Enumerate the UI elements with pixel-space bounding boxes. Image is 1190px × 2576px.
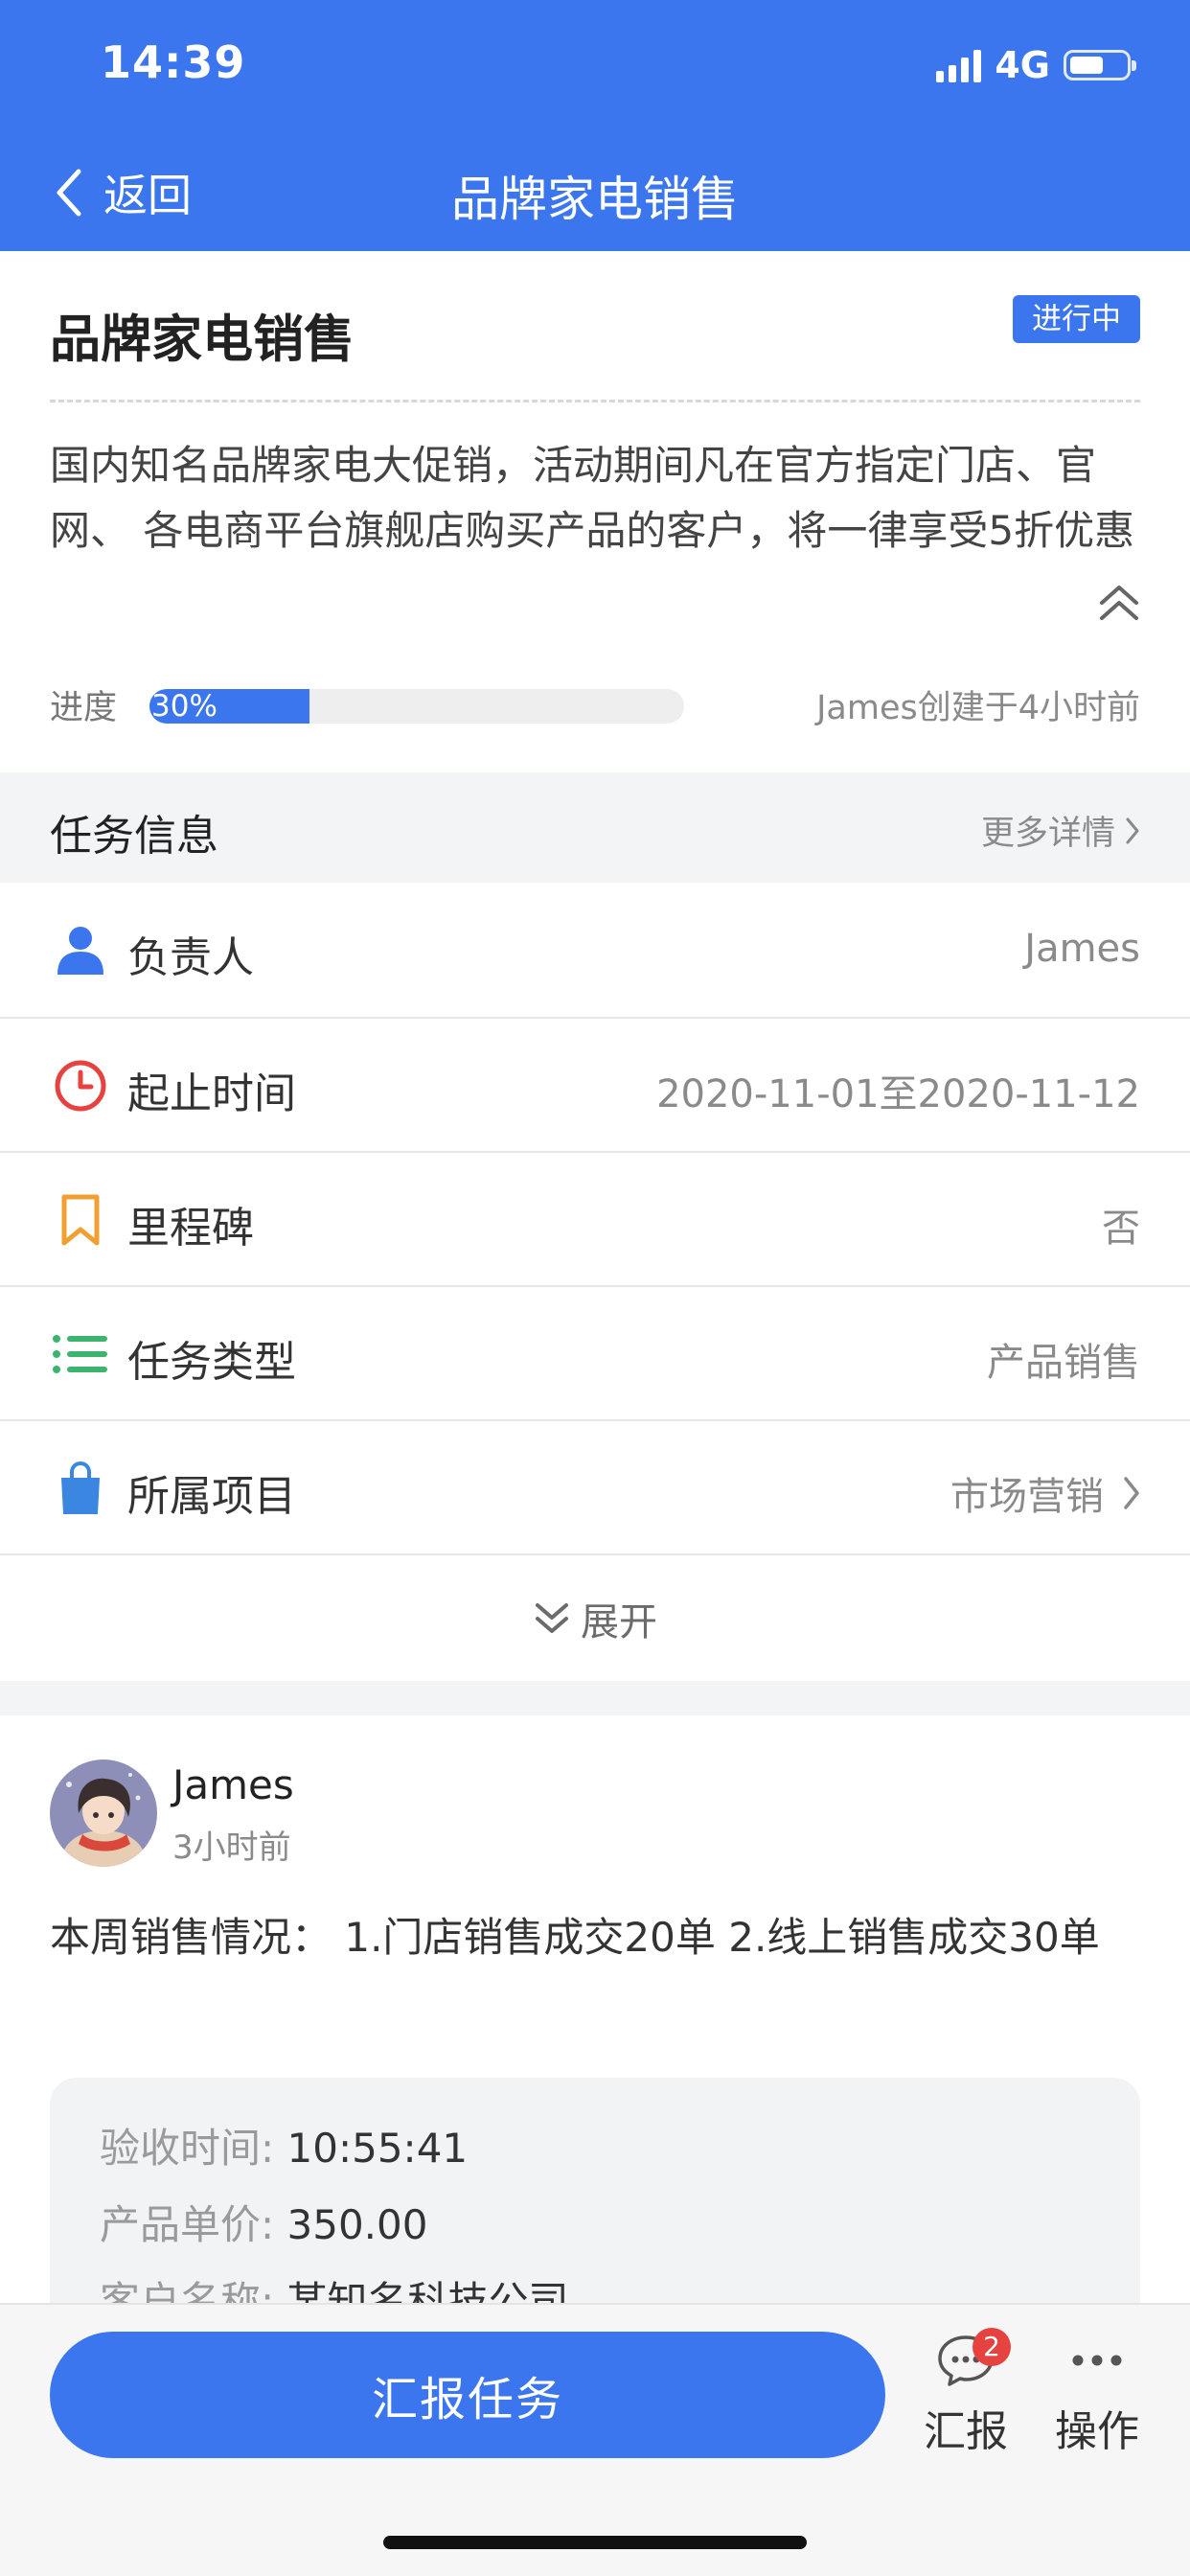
collapse-icon[interactable] — [1098, 582, 1140, 624]
chevron-right-icon — [1126, 817, 1139, 843]
expand-button[interactable]: 展开 — [0, 1553, 1190, 1681]
status-badge: 进行中 — [1013, 295, 1140, 343]
actions-tab[interactable]: 操作 — [1044, 2334, 1150, 2458]
app-header: 14:39 4G 返回 品牌家电销售 — [0, 0, 1190, 251]
info-row-type: 任务类型 产品销售 — [0, 1285, 1190, 1419]
task-summary-card: 品牌家电销售 进行中 国内知名品牌家电大促销，活动期间凡在官方指定门店、官网、 … — [0, 251, 1190, 772]
more-dots-icon — [1072, 2355, 1122, 2366]
report-card: James 3小时前 本周销售情况： 1.门店销售成交20单 2.线上销售成交3… — [0, 1715, 1190, 2310]
task-title: 品牌家电销售 — [50, 310, 355, 369]
chevron-right-icon — [1124, 1477, 1139, 1509]
report-author: James — [172, 1761, 294, 1808]
info-row-timespan: 起止时间 2020-11-01至2020-11-12 — [0, 1017, 1190, 1151]
signal-icon — [936, 48, 982, 82]
bookmark-icon — [50, 1193, 111, 1247]
task-description: 国内知名品牌家电大促销，活动期间凡在官方指定门店、官网、 各电商平台旗舰店购买产… — [50, 442, 1135, 554]
detail-row: 验收时间: 10:55:41 — [100, 2125, 469, 2172]
info-label: 任务类型 — [127, 1338, 296, 1387]
page-title: 品牌家电销售 — [451, 172, 739, 227]
status-time: 14:39 — [101, 36, 246, 88]
report-tab[interactable]: 2 汇报 — [913, 2328, 1018, 2458]
report-details: 验收时间: 10:55:41 产品单价: 350.00 客户名称: 某知名科技公… — [50, 2078, 1140, 2310]
info-label: 负责人 — [127, 933, 254, 982]
report-task-button[interactable]: 汇报任务 — [50, 2332, 885, 2458]
info-row-owner: 负责人 James — [0, 883, 1190, 1017]
info-value: 产品销售 — [987, 1341, 1140, 1385]
avatar[interactable] — [50, 1760, 157, 1867]
progress-bar: 30% — [149, 689, 684, 724]
progress-label: 进度 — [50, 689, 118, 727]
progress-fill: 30% — [149, 689, 310, 724]
clock-icon — [50, 1059, 111, 1113]
dashed-divider — [50, 400, 1140, 402]
info-row-project[interactable]: 所属项目 市场营销 — [0, 1419, 1190, 1553]
created-info: James创建于4小时前 — [816, 689, 1140, 727]
info-row-milestone: 里程碑 否 — [0, 1151, 1190, 1285]
battery-icon — [1064, 50, 1136, 80]
expand-label: 展开 — [581, 1599, 657, 1644]
report-text: 本周销售情况： 1.门店销售成交20单 2.线上销售成交30单 — [50, 1914, 1100, 1961]
shopping-bag-icon — [50, 1461, 111, 1515]
info-label: 起止时间 — [127, 1070, 296, 1118]
list-icon — [50, 1327, 111, 1381]
info-label: 所属项目 — [127, 1472, 296, 1521]
task-info-list: 负责人 James 起止时间 2020-11-01至2020-11-12 里程碑… — [0, 883, 1190, 1681]
network-type: 4G — [995, 44, 1050, 86]
status-indicators: 4G — [936, 42, 1136, 88]
more-details-link[interactable]: 更多详情 — [981, 806, 1140, 855]
info-value: James — [1024, 927, 1140, 971]
person-icon — [50, 923, 111, 977]
section-title: 任务信息 — [50, 812, 218, 861]
info-value: 否 — [1102, 1207, 1140, 1251]
notification-badge: 2 — [973, 2328, 1011, 2366]
info-value: 2020-11-01至2020-11-12 — [656, 1072, 1140, 1116]
more-details-label: 更多详情 — [980, 815, 1115, 853]
info-value: 市场营销 — [950, 1465, 1140, 1521]
double-chevron-down-icon — [536, 1602, 568, 1633]
actions-tab-label: 操作 — [1055, 2407, 1139, 2456]
report-tab-label: 汇报 — [924, 2407, 1008, 2456]
task-info-header: 任务信息 更多详情 — [0, 772, 1190, 883]
home-indicator — [383, 2536, 807, 2549]
report-time: 3小时前 — [172, 1828, 291, 1867]
detail-row: 产品单价: 350.00 — [100, 2201, 428, 2248]
info-label: 里程碑 — [127, 1204, 254, 1253]
